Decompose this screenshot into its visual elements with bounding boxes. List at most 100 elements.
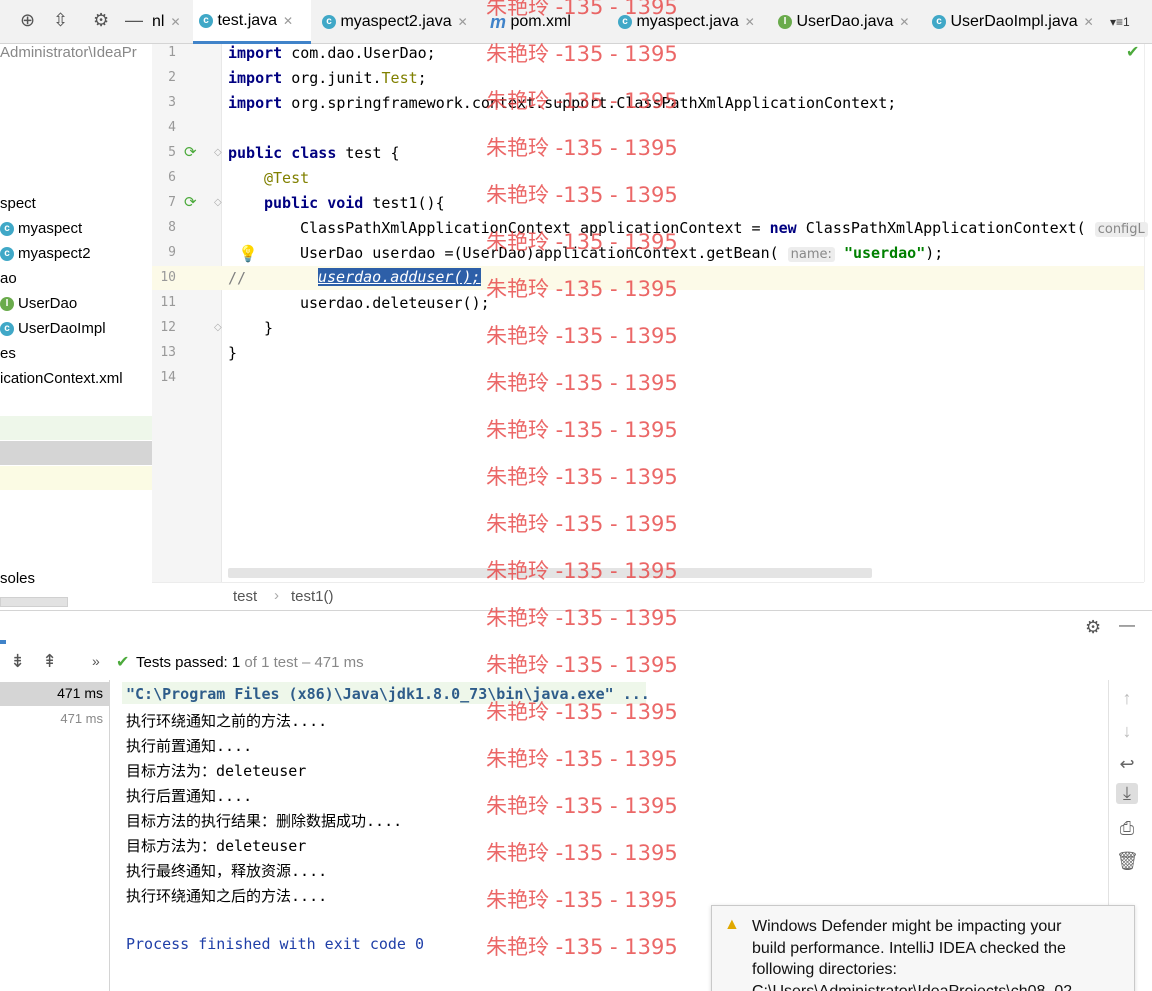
run-test-icon[interactable]: ⟳ [184,143,197,161]
more-icon[interactable]: » [92,653,100,669]
line-number: 7 [168,195,176,210]
notification-line: C:\Users\Administrator\IdeaProjects\ch08… [752,982,1073,991]
selected-code[interactable]: userdao.adduser(); [318,268,481,286]
minimize-icon[interactable]: — [1119,617,1135,635]
tree-item-aspect[interactable]: spect [0,195,36,212]
code-line-7[interactable]: public void test1(){ [264,194,445,212]
code-line-13[interactable]: } [228,344,237,362]
tree-item-label: myaspect2 [18,245,91,262]
code-line-2[interactable]: import org.junit.Test; [228,69,427,87]
code-text: com.dao.UserDao; [282,44,436,62]
tree-row-highlight[interactable] [0,416,152,440]
watermark: 朱艳玲 -135 - 1395 [486,136,678,160]
test-tree: 471 ms 471 ms [0,680,110,991]
notification-line: Windows Defender might be impacting your [752,918,1062,935]
tab-nl[interactable]: nl ✕ [146,0,181,44]
code-text: ; [417,69,427,87]
collapse-icon[interactable]: ⇳ [53,10,68,31]
notification-balloon[interactable]: ▲ Windows Defender might be impacting yo… [711,905,1135,991]
tab-userdao-java[interactable]: I UserDao.java ✕ [772,0,909,44]
code-text: ClassPathXmlApplicationContext( [796,219,1095,237]
watermark: 朱艳玲 -135 - 1395 [486,794,678,818]
gear-icon[interactable]: ⚙ [93,10,109,31]
string-literal: "userdao" [843,244,926,262]
tab-label: UserDaoImpl.java [950,13,1078,30]
code-line-11[interactable]: userdao.deleteuser(); [300,294,490,312]
scroll-to-end-icon[interactable]: ⤓ [1116,783,1138,804]
tree-item-scratches-consoles[interactable]: soles [0,570,35,587]
code-line-12[interactable]: } [264,319,273,337]
tree-row-selected[interactable] [0,441,152,465]
line-number: 9 [168,245,176,260]
code-line-5[interactable]: public class test { [228,144,400,162]
tab-overflow-button[interactable]: ▾≡1 [1110,15,1130,29]
class-icon: c [322,15,336,29]
console-line: 执行最终通知，释放资源.... [126,862,328,880]
tree-item-myaspect[interactable]: c myaspect [0,220,82,237]
close-icon[interactable]: ✕ [170,15,180,29]
lightbulb-icon[interactable]: 💡 [238,244,258,264]
fold-icon[interactable]: ◇ [214,322,222,333]
watermark: 朱艳玲 -135 - 1395 [486,277,678,301]
console-line: 执行环绕通知之后的方法.... [126,887,328,905]
keyword: import [228,94,283,112]
watermark: 朱艳玲 -135 - 1395 [486,371,678,395]
tree-item-userdao[interactable]: I UserDao [0,295,77,312]
parameter-hint: name: [787,247,835,262]
breadcrumb-method[interactable]: test1() [291,588,334,605]
fold-icon[interactable]: ◇ [214,147,222,158]
console-line: 执行前置通知.... [126,737,253,755]
keyword: void [327,194,364,212]
notification-line: following directories: [752,961,897,978]
trash-icon[interactable]: 🗑 [1116,851,1139,872]
watermark: 朱艳玲 -135 - 1395 [486,935,678,959]
close-icon[interactable]: ✕ [1084,15,1094,29]
fold-icon[interactable]: ◇ [214,197,222,208]
collapse-all-icon[interactable]: ⇞ [42,651,57,672]
code-line-6[interactable]: @Test [264,169,309,187]
expand-all-icon[interactable]: ⇟ [10,651,25,672]
inspection-ok-icon[interactable]: ✔ [1126,42,1139,62]
arrow-up-icon[interactable]: ↑ [1116,688,1138,709]
tree-item-userdaoimpl[interactable]: c UserDaoImpl [0,320,106,337]
arrow-down-icon[interactable]: ↓ [1116,721,1138,742]
parameter-hint: configL [1094,222,1148,237]
tree-item-resources[interactable]: es [0,345,16,362]
editor-scrollbar[interactable] [1144,44,1152,582]
class-icon: c [0,222,14,237]
tree-row-highlight[interactable] [0,466,152,490]
close-icon[interactable]: ✕ [745,15,755,29]
console-line: 目标方法为：deleteuser [126,837,307,855]
test-duration: 471 ms [57,685,103,701]
close-icon[interactable]: ✕ [899,15,909,29]
test-duration: 471 ms [60,711,103,726]
keyword: import [228,44,283,62]
code-line-8[interactable]: ClassPathXmlApplicationContext applicati… [300,219,1148,237]
keyword: public [228,144,283,162]
tab-userdaoimpl-java[interactable]: c UserDaoImpl.java ✕ [926,0,1094,44]
code-line-1[interactable]: import com.dao.UserDao; [228,44,436,62]
breadcrumb-class[interactable]: test [233,588,257,605]
interface-icon: I [778,15,792,29]
watermark: 朱艳玲 -135 - 1395 [486,559,678,583]
print-icon[interactable]: ⎙ [1116,818,1138,839]
crosshair-icon[interactable]: ⊕ [20,10,35,31]
keyword: import [228,69,283,87]
watermark: 朱艳玲 -135 - 1395 [486,89,678,113]
tree-item-applicationcontext-xml[interactable]: icationContext.xml [0,370,123,387]
tree-item-myaspect2[interactable]: c myaspect2 [0,245,91,262]
soft-wrap-icon[interactable]: ↩ [1116,754,1138,775]
code-text: userdao.deleteuser(); [300,294,490,312]
code-text: ); [925,244,944,262]
close-icon[interactable]: ✕ [283,14,293,28]
run-test-icon[interactable]: ⟳ [184,193,197,211]
watermark: 朱艳玲 -135 - 1395 [486,512,678,536]
close-icon[interactable]: ✕ [458,15,468,29]
tab-myaspect2-java[interactable]: c myaspect2.java ✕ [316,0,468,44]
minimize-icon[interactable]: — [125,10,143,31]
tab-test-java[interactable]: c test.java ✕ [193,0,311,44]
horizontal-scrollbar[interactable] [0,597,68,607]
gear-icon[interactable]: ⚙ [1085,617,1101,638]
tree-item-dao[interactable]: ao [0,270,17,287]
code-line-10[interactable]: // [228,269,246,287]
